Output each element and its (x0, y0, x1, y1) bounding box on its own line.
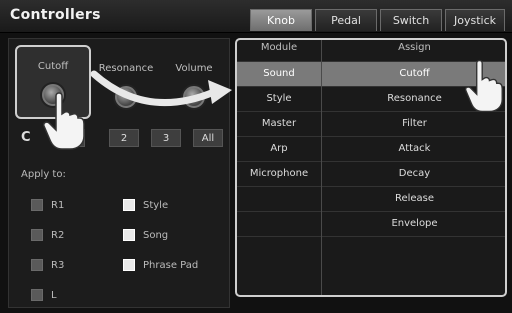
controllers-screen: Controllers Knob Pedal Switch Joystick C… (0, 0, 512, 313)
assign-item-filter[interactable]: Filter (322, 112, 505, 136)
checkbox-label: Style (143, 199, 169, 211)
hand-pointer-icon (43, 92, 85, 150)
checkbox-label: L (51, 289, 57, 301)
page-button-all[interactable]: All (193, 129, 223, 147)
apply-phrase-pad[interactable]: Phrase Pad (123, 259, 198, 271)
apply-l[interactable]: L (31, 289, 57, 301)
refresh-icon[interactable]: C (21, 130, 31, 145)
apply-r2[interactable]: R2 (31, 229, 64, 241)
checkbox-icon (31, 199, 43, 211)
checkbox-icon (31, 229, 43, 241)
knob-label: Cutoff (37, 61, 69, 72)
module-item-style[interactable]: Style (237, 87, 321, 111)
apply-song[interactable]: Song (123, 229, 168, 241)
module-header: Module (260, 42, 298, 53)
checkbox-icon (31, 289, 43, 301)
assign-item-envelope[interactable]: Envelope (322, 212, 505, 236)
hand-pointer-icon (464, 59, 503, 113)
checkbox-label: R3 (51, 259, 65, 271)
checkbox-label: R1 (51, 199, 65, 211)
checkbox-label: R2 (51, 229, 65, 241)
assign-item-decay[interactable]: Decay (322, 162, 505, 186)
page-button-3[interactable]: 3 (151, 129, 181, 147)
checkbox-icon (31, 259, 43, 271)
tab-knob[interactable]: Knob (250, 9, 312, 31)
assign-item-attack[interactable]: Attack (322, 137, 505, 161)
checkbox-icon (123, 259, 135, 271)
checkbox-label: Phrase Pad (143, 259, 199, 271)
tab-switch[interactable]: Switch (380, 9, 442, 31)
tab-joystick[interactable]: Joystick (445, 9, 505, 31)
checkbox-icon (123, 199, 135, 211)
module-item-master[interactable]: Master (237, 112, 321, 136)
assign-header: Assign (398, 42, 431, 53)
module-item-arp[interactable]: Arp (237, 137, 321, 161)
row-divider (237, 236, 505, 237)
controller-tabs: Knob Pedal Switch Joystick (250, 9, 505, 31)
apply-to-label: Apply to: (21, 169, 66, 180)
page-button-2[interactable]: 2 (109, 129, 139, 147)
checkbox-label: Song (143, 229, 169, 241)
tab-pedal[interactable]: Pedal (315, 9, 377, 31)
checkbox-icon (123, 229, 135, 241)
page-title: Controllers (10, 7, 101, 23)
apply-r1[interactable]: R1 (31, 199, 64, 211)
assign-item-release[interactable]: Release (322, 187, 505, 211)
module-item-sound[interactable]: Sound (237, 62, 321, 86)
module-item-microphone[interactable]: Microphone (237, 162, 321, 186)
apply-r3[interactable]: R3 (31, 259, 64, 271)
apply-style[interactable]: Style (123, 199, 168, 211)
curved-arrow-icon (90, 70, 232, 106)
title-bar: Controllers Knob Pedal Switch Joystick (0, 0, 512, 33)
